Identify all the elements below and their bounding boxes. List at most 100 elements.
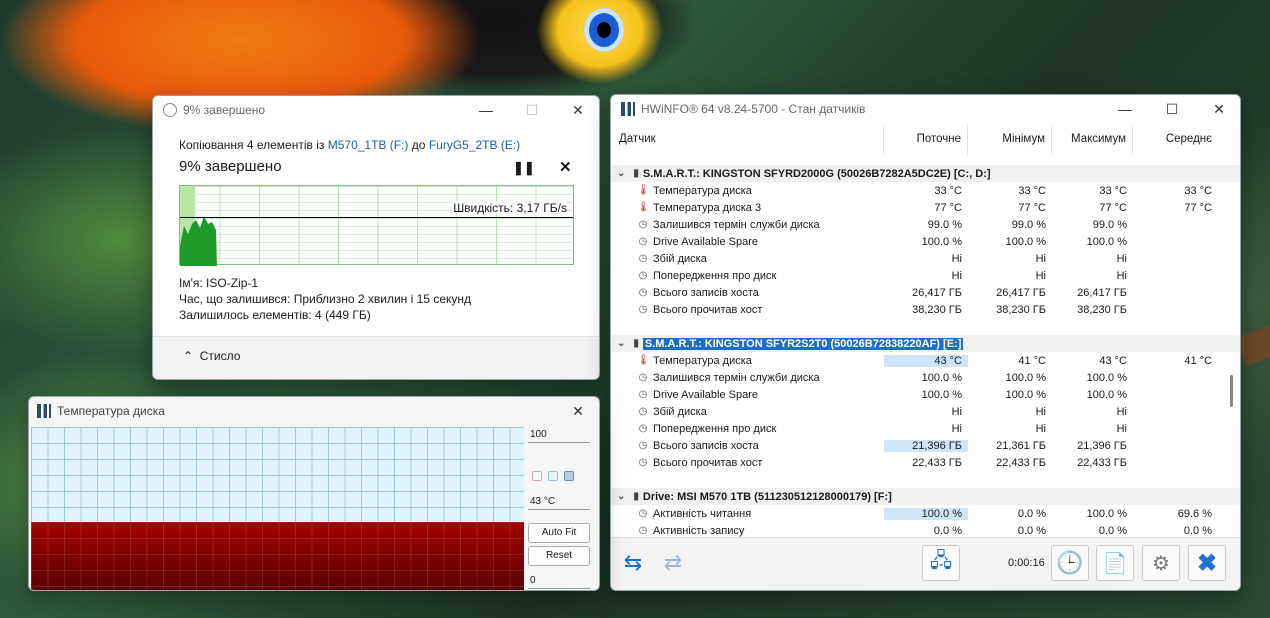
col-current[interactable]: Поточне: [884, 125, 968, 155]
sensor-name-cell: ◷ Всього записів хоста: [611, 287, 884, 299]
swatch-red[interactable]: [532, 471, 542, 481]
value-current: 0.0 %: [933, 524, 962, 537]
col-sensor[interactable]: Датчик: [611, 125, 884, 155]
value-min: 0.0 %: [1017, 507, 1046, 520]
sensor-row[interactable]: ◷ Попередження про диск Ні Ні Ні: [611, 420, 1240, 437]
maximize-button[interactable]: ☐: [509, 96, 555, 124]
minimize-button[interactable]: —: [463, 96, 509, 124]
col-max[interactable]: Максимум: [1052, 125, 1133, 155]
cancel-button[interactable]: ✕: [559, 158, 572, 176]
graph-current-box: 43 °C: [528, 494, 590, 510]
arrows-collapse-icon[interactable]: ⇄: [656, 545, 690, 581]
col-avg[interactable]: Середнє: [1133, 125, 1218, 155]
sensor-row[interactable]: ◷ Всього прочитав хост 22,433 ГБ 22,433 ГБ 2…: [611, 454, 1240, 471]
value-current: 38,230 ГБ: [912, 303, 962, 316]
speed-graph: Швидкість: 3,17 ГБ/s: [179, 185, 574, 266]
sensor-row[interactable]: ◷ Залишився термін служби диска 99.0 % 99.0…: [611, 216, 1240, 233]
clock-icon: ◷: [638, 304, 648, 315]
close-button[interactable]: ✕: [555, 96, 599, 124]
sensor-row[interactable]: ◷ Drive Available Spare 100.0 % 100.0 % 100.…: [611, 233, 1240, 250]
clock-icon: ◷: [638, 287, 648, 298]
elapsed-timer: 0:00:16: [1008, 557, 1045, 569]
network-icon[interactable]: 🖧: [922, 545, 960, 581]
drive-icon: ▮: [633, 338, 639, 349]
sensor-label: Збій диска: [653, 252, 707, 265]
value-avg: 0.0 %: [1183, 524, 1212, 537]
value-max: 38,230 ГБ: [1077, 303, 1127, 316]
reset-wrap: Reset: [528, 546, 590, 566]
value-current: 100.0 %: [921, 371, 962, 384]
collapse-toggle[interactable]: ⌃ Стисло: [183, 349, 240, 363]
value-current: Ні: [951, 405, 962, 418]
sensor-row[interactable]: 🌡 Температура диска 43 °C 41 °C 43 °C 41 °C: [611, 352, 1240, 369]
scrollbar[interactable]: [1230, 375, 1233, 407]
clock-icon: ◷: [638, 457, 648, 468]
value-current: Ні: [951, 422, 962, 435]
close-button[interactable]: ✕: [1196, 95, 1240, 123]
close-button[interactable]: ✕: [563, 397, 593, 425]
value-current: Ні: [951, 269, 962, 282]
clock-icon: ◷: [638, 525, 648, 536]
sensor-row[interactable]: ◷ Попередження про диск Ні Ні Ні: [611, 267, 1240, 284]
minimize-button[interactable]: —: [1102, 95, 1148, 123]
value-min: 0.0 %: [1017, 524, 1046, 537]
arrows-left-right-icon[interactable]: ⇆: [616, 545, 650, 581]
value-max: 0.0 %: [1098, 524, 1127, 537]
value-current: 43 °C: [884, 354, 968, 367]
pause-button[interactable]: ❚❚: [513, 160, 535, 176]
clock-icon: ◷: [638, 219, 648, 230]
sensor-row[interactable]: 🌡 Температура диска 3 77 °C 77 °C 77 °C 77 °C: [611, 199, 1240, 216]
sensor-row[interactable]: ◷ Активність читання 100.0 % 0.0 % 100.0 % 69…: [611, 505, 1240, 522]
chevron-down-icon[interactable]: ⌄: [617, 168, 625, 179]
sensor-group-row[interactable]: ⌄ ▮ S.M.A.R.T.: KINGSTON SFYR2S2T0 (50026B…: [611, 335, 1240, 352]
sensor-row[interactable]: ◷ Drive Available Spare 100.0 % 100.0 % 100.…: [611, 386, 1240, 403]
gear-icon[interactable]: ⚙: [1142, 545, 1180, 581]
sensor-row[interactable]: ◷ Активність запису 0.0 % 0.0 % 0.0 % 0.0 %: [611, 522, 1240, 537]
sensor-label: Збій диска: [653, 405, 707, 418]
sensor-row[interactable]: ◷ Збій диска Ні Ні Ні: [611, 250, 1240, 267]
chevron-down-icon[interactable]: ⌄: [617, 338, 625, 349]
disk-temp-window: Температура диска ✕ 100 43 °C Auto Fit R…: [28, 396, 600, 591]
clock-icon: ◷: [638, 236, 648, 247]
clock-icon: ◷: [638, 253, 648, 264]
maximize-button[interactable]: ☐: [1149, 95, 1195, 123]
value-current: 26,417 ГБ: [912, 286, 962, 299]
chevron-down-icon[interactable]: ⌄: [617, 491, 625, 502]
reset-button[interactable]: Reset: [528, 546, 590, 566]
clock-icon[interactable]: 🕒: [1051, 545, 1089, 581]
clock-icon: ◷: [638, 372, 648, 383]
copy-to: до: [411, 138, 426, 152]
sensor-name-cell: ◷ Всього прочитав хост: [611, 304, 884, 316]
sensor-row[interactable]: ◷ Збій диска Ні Ні Ні: [611, 403, 1240, 420]
value-max: Ні: [1116, 252, 1127, 265]
swatch-grid[interactable]: [564, 471, 574, 481]
copy-headline: 9% завершено: [179, 158, 282, 175]
destination-link[interactable]: FuryG5_2TB (E:): [429, 138, 520, 152]
dt-title: Температура диска: [57, 404, 165, 418]
close-x-icon[interactable]: ✖: [1188, 545, 1226, 581]
collapse-label: Стисло: [199, 349, 241, 363]
dt-titlebar: Температура диска ✕: [29, 397, 599, 425]
value-max: Ні: [1116, 422, 1127, 435]
sensor-row[interactable]: ◷ Всього прочитав хост 38,230 ГБ 38,230 ГБ 3…: [611, 301, 1240, 318]
auto-fit-button[interactable]: Auto Fit: [528, 523, 590, 543]
sensor-label: Drive Available Spare: [653, 235, 758, 248]
value-max: 43 °C: [1099, 354, 1127, 367]
log-file-icon[interactable]: 📄: [1096, 545, 1134, 581]
sensor-group-row[interactable]: ⌄ ▮ Drive: MSI M570 1TB (51123051212800017…: [611, 488, 1240, 505]
sensor-name-cell: ⌄ ▮ S.M.A.R.T.: KINGSTON SFYR2S2T0 (50026B…: [611, 337, 964, 350]
sensor-group-row[interactable]: ⌄ ▮ S.M.A.R.T.: KINGSTON SFYRD2000G (50026…: [611, 165, 1240, 182]
sensor-row[interactable]: ◷ Всього записів хоста 21,396 ГБ 21,361 ГБ 2…: [611, 437, 1240, 454]
value-current: Ні: [951, 252, 962, 265]
sensor-row[interactable]: ◷ Всього записів хоста 26,417 ГБ 26,417 ГБ 2…: [611, 284, 1240, 301]
sensor-row[interactable]: ◷ Залишився термін служби диска 100.0 % 100…: [611, 369, 1240, 386]
col-min[interactable]: Мінімум: [968, 125, 1052, 155]
sensor-label: Drive: MSI M570 1TB (511230512128000179)…: [642, 490, 892, 503]
speed-label: Швидкість: 3,17 ГБ/s: [453, 201, 567, 215]
swatch-blue[interactable]: [548, 471, 558, 481]
sensor-label: Активність читання: [653, 507, 752, 520]
source-link[interactable]: M570_1TB (F:): [328, 138, 409, 152]
sensor-row[interactable]: 🌡 Температура диска 33 °C 33 °C 33 °C 33 °C: [611, 182, 1240, 199]
thermometer-icon: 🌡: [637, 185, 650, 196]
value-max: 22,433 ГБ: [1077, 456, 1127, 469]
